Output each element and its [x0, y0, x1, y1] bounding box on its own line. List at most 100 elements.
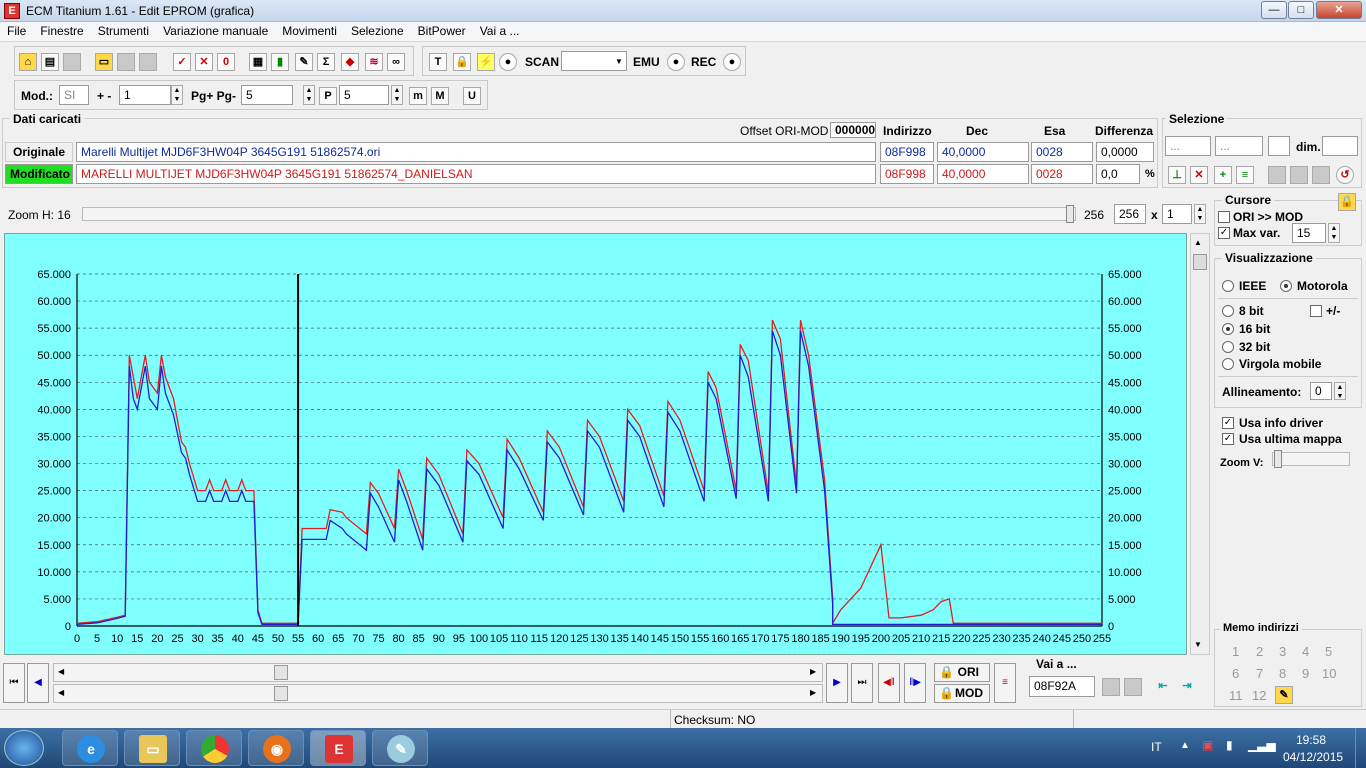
sel-clear-icon[interactable]: ✕ — [1190, 166, 1208, 184]
windows-icon[interactable]: ▤ — [41, 53, 59, 71]
sel-start-icon[interactable]: ⊥ — [1168, 166, 1186, 184]
offset-field[interactable]: 000000 — [830, 122, 876, 138]
menu-selezione[interactable]: Selezione — [344, 22, 411, 41]
p-icon[interactable]: P — [319, 87, 337, 105]
battery-icon[interactable]: ▮ — [271, 53, 289, 71]
usa-ultima-checkbox[interactable]: ✓ — [1222, 433, 1234, 445]
chart-panel[interactable]: 0 0 5.000 5.000 10.000 10.000 15.000 15.000 20.0… — [4, 233, 1187, 655]
zoom-mult-spinner[interactable]: ▲ ▼ — [1194, 204, 1206, 224]
h-scroll-bottom-thumb[interactable] — [274, 686, 288, 701]
first-page-icon[interactable]: ⏮ — [3, 663, 25, 703]
graph-icon[interactable]: ≋ — [365, 53, 383, 71]
signed-checkbox[interactable] — [1310, 305, 1322, 317]
step-input[interactable]: 1 — [119, 85, 171, 105]
virgola-radio[interactable] — [1222, 358, 1234, 370]
minimize-button[interactable]: — — [1261, 1, 1287, 19]
zero-icon[interactable]: 0 — [217, 53, 235, 71]
sel-extra-field[interactable] — [1268, 136, 1290, 156]
memo-2[interactable]: 2 — [1256, 644, 1263, 659]
taskbar-ecm[interactable]: E — [310, 730, 366, 766]
menu-strumenti[interactable]: Strumenti — [91, 22, 156, 41]
memo-edit-icon[interactable]: ✎ — [1275, 686, 1293, 704]
mod-field[interactable]: SI — [59, 85, 89, 105]
ori-mod-checkbox[interactable] — [1218, 211, 1230, 223]
modificato-diff[interactable]: 0,0 — [1096, 164, 1140, 184]
m-lower-icon[interactable]: m — [409, 87, 427, 105]
maxvar-checkbox[interactable]: ✓ — [1218, 227, 1230, 239]
h-scroll-bottom[interactable]: ◀ ▶ — [53, 684, 823, 703]
signal-icon[interactable]: ▁▃▅ — [1248, 738, 1276, 752]
scan-label[interactable]: SCAN — [525, 55, 559, 69]
goto-right-icon[interactable]: ⇥ — [1178, 678, 1196, 696]
edit-map-icon[interactable]: ✎ — [295, 53, 313, 71]
shapes-icon[interactable]: ◆ — [341, 53, 359, 71]
sel-add-icon[interactable]: + — [1214, 166, 1232, 184]
lock-icon[interactable]: 🔒 — [453, 53, 471, 71]
originale-diff[interactable]: 0,0000 — [1096, 142, 1154, 162]
originale-dec[interactable]: 40,0000 — [937, 142, 1029, 162]
copy-icon[interactable] — [63, 53, 81, 71]
goto-start-icon[interactable] — [1102, 678, 1120, 696]
h-scroll-top-thumb[interactable] — [274, 665, 288, 680]
taskbar-paint[interactable]: ✎ — [372, 730, 428, 766]
modificato-address[interactable]: 08F998 — [880, 164, 934, 184]
ori-button[interactable]: 🔒 ORI — [934, 663, 990, 682]
sel-reset-icon[interactable]: ↺ — [1336, 166, 1354, 184]
sel-paste-icon[interactable] — [1290, 166, 1308, 184]
memo-3[interactable]: 3 — [1279, 644, 1286, 659]
menu-file[interactable]: File — [0, 22, 33, 41]
prev-diff-icon[interactable]: ◀‖ — [878, 663, 900, 703]
home-icon[interactable]: ⌂ — [19, 53, 37, 71]
menu-vai-a[interactable]: Vai a ... — [473, 22, 527, 41]
clock-time[interactable]: 19:58 — [1296, 733, 1326, 747]
language-indicator[interactable]: IT — [1151, 740, 1162, 754]
modificato-esa[interactable]: 0028 — [1031, 164, 1093, 184]
compare-icon[interactable]: ≡ — [994, 663, 1016, 703]
memo-5[interactable]: 5 — [1325, 644, 1332, 659]
cursor-lock-icon[interactable]: 🔒 — [1338, 193, 1356, 211]
last-page-icon[interactable]: ⏭ — [851, 663, 873, 703]
modificato-dec[interactable]: 40,0000 — [937, 164, 1029, 184]
zoomv-thumb[interactable] — [1274, 450, 1282, 468]
u-icon[interactable]: U — [463, 87, 481, 105]
battery-tray-icon[interactable]: ▮ — [1226, 738, 1233, 752]
h-scroll-top[interactable]: ◀ ▶ — [53, 663, 823, 682]
menu-variazione-manuale[interactable]: Variazione manuale — [156, 22, 275, 41]
p-input[interactable]: 5 — [339, 85, 389, 105]
emu-dot-icon[interactable]: ● — [667, 53, 685, 71]
step-spinner[interactable]: ▲ ▼ — [171, 85, 183, 105]
menu-movimenti[interactable]: Movimenti — [275, 22, 344, 41]
zoom-h-thumb[interactable] — [1066, 205, 1074, 223]
zoom-h-slider[interactable] — [82, 207, 1076, 221]
maxvar-spinner[interactable]: ▲ ▼ — [1328, 223, 1340, 243]
allineamento-spinner[interactable]: ▲ ▼ — [1334, 382, 1346, 400]
save-as-icon[interactable] — [139, 53, 157, 71]
memo-6[interactable]: 6 — [1232, 666, 1239, 681]
terminal-icon[interactable]: T — [429, 53, 447, 71]
memo-4[interactable]: 4 — [1302, 644, 1309, 659]
motorola-radio[interactable] — [1280, 280, 1292, 292]
taskbar-firefox[interactable]: ◉ — [248, 730, 304, 766]
goto-end-icon[interactable] — [1124, 678, 1142, 696]
network-alert-icon[interactable]: ▣ — [1202, 738, 1213, 752]
usa-info-checkbox[interactable]: ✓ — [1222, 417, 1234, 429]
memo-11[interactable]: 11 — [1229, 688, 1243, 703]
close-button[interactable]: ✕ — [1316, 1, 1362, 19]
memo-8[interactable]: 8 — [1279, 666, 1286, 681]
next-diff-icon[interactable]: ‖▶ — [904, 663, 926, 703]
taskbar-chrome[interactable] — [186, 730, 242, 766]
bit16-radio[interactable] — [1222, 323, 1234, 335]
prev-page-icon[interactable]: ◀ — [27, 663, 49, 703]
sel-start-field[interactable]: ... — [1165, 136, 1211, 156]
chart-vertical-scrollbar[interactable]: ▲ ▼ — [1190, 233, 1210, 655]
memo-12[interactable]: 12 — [1252, 688, 1266, 703]
maximize-button[interactable]: □ — [1288, 1, 1314, 19]
bit32-radio[interactable] — [1222, 341, 1234, 353]
open-folder-icon[interactable]: ▭ — [95, 53, 113, 71]
record-dot-icon[interactable]: ● — [499, 53, 517, 71]
originale-file[interactable]: Marelli Multijet MJD6F3HW04P 3645G191 51… — [76, 142, 876, 162]
memo-1[interactable]: 1 — [1232, 644, 1239, 659]
dim-field[interactable] — [1322, 136, 1358, 156]
sum-icon[interactable]: Σ — [317, 53, 335, 71]
zoom-value-field[interactable]: 256 — [1114, 204, 1146, 224]
